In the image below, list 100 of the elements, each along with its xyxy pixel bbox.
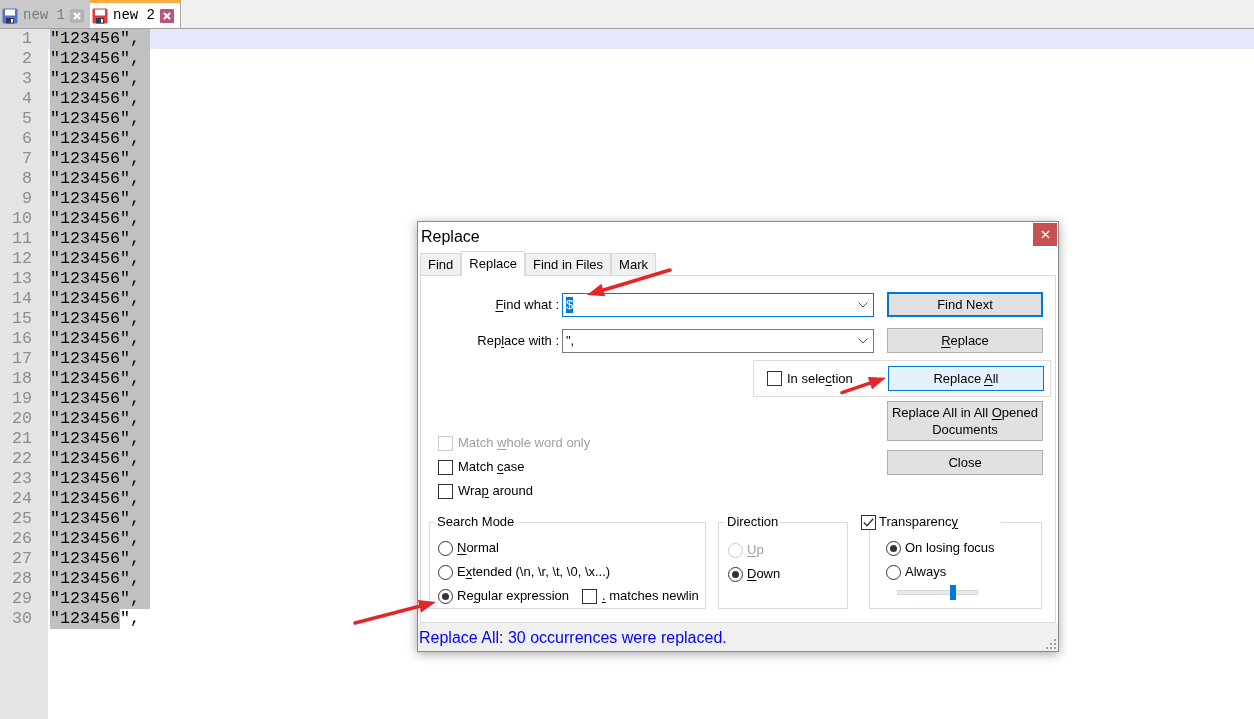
code-text: "123456",	[50, 69, 151, 89]
code-text: "123456",	[50, 209, 151, 229]
chevron-down-icon[interactable]	[858, 337, 868, 344]
dialog-tab[interactable]: Find in Files	[525, 253, 612, 275]
line-number: 14	[10, 289, 33, 309]
code-text: "123456",	[50, 309, 151, 329]
checkbox[interactable]	[438, 483, 453, 499]
dialog-tab[interactable]: Find	[420, 253, 462, 275]
replace-with-combobox[interactable]: ",	[562, 328, 874, 353]
close-icon	[1040, 230, 1050, 239]
line-number: 11	[10, 229, 33, 249]
line-number: 2	[21, 49, 33, 69]
code-text: "123456",	[50, 509, 151, 529]
status-message: Replace All: 30 occurrences were replaced.	[419, 627, 727, 647]
radio-button[interactable]	[438, 588, 453, 604]
line-number: 28	[10, 569, 33, 589]
checkbox[interactable]	[767, 371, 782, 386]
resize-grip-icon[interactable]	[1046, 639, 1056, 649]
code-text: "123456",	[50, 29, 151, 49]
code-text: "123456",	[50, 169, 151, 189]
code-text: "123456",	[50, 449, 151, 469]
code-text: "123456",	[50, 129, 151, 149]
checkbox-label: In selection	[787, 370, 853, 387]
code-text: "123456",	[50, 89, 151, 109]
replace-all-opened-button[interactable]: Replace All in All Opened Documents	[887, 401, 1043, 441]
line-number: 30	[10, 609, 33, 629]
radio-label: Up	[747, 542, 764, 558]
group-title: Search Mode	[436, 514, 516, 530]
checkbox-label: Match whole word only	[458, 435, 591, 451]
code-text: "123456",	[50, 369, 151, 389]
line-number: 13	[10, 269, 33, 289]
close-button[interactable]: Close	[887, 450, 1043, 475]
radio-button[interactable]	[438, 564, 453, 580]
line-number: 6	[21, 129, 33, 149]
close-icon[interactable]	[160, 8, 175, 23]
radio-button[interactable]	[886, 564, 901, 580]
line-number: 17	[10, 349, 33, 369]
line-number: 12	[10, 249, 33, 269]
window-close-button[interactable]	[1033, 223, 1057, 246]
line-number: 21	[10, 429, 33, 449]
code-text: "123456",	[50, 189, 151, 209]
line-number: 7	[21, 149, 33, 169]
line-number: 8	[21, 169, 33, 189]
line-number: 16	[10, 329, 33, 349]
code-text: "123456",	[50, 349, 151, 369]
radio-button[interactable]	[438, 540, 453, 556]
code-text: "123456",	[50, 429, 151, 449]
checkbox-label: Match case	[458, 459, 525, 475]
line-number: 19	[10, 389, 33, 409]
dialog-tab[interactable]: Replace	[461, 251, 525, 276]
code-text: "123456",	[50, 49, 151, 69]
checkbox-label: . matches newlin	[602, 588, 699, 604]
find-next-button[interactable]: Find Next	[887, 292, 1043, 317]
line-number: 3	[21, 69, 33, 89]
code-text: "123456",	[50, 289, 151, 309]
group-title: Direction	[726, 514, 780, 530]
find-what-combobox[interactable]: $	[562, 292, 874, 317]
line-number: 23	[10, 469, 33, 489]
line-number: 24	[10, 489, 33, 509]
code-text: "123456",	[50, 549, 151, 569]
line-number: 29	[10, 589, 33, 609]
code-text: "123456",	[50, 589, 151, 609]
line-number: 15	[10, 309, 33, 329]
line-number: 26	[10, 529, 33, 549]
radio-label: Extended (\n, \r, \t, \0, \x...)	[457, 564, 611, 580]
code-text: "123456",	[50, 109, 151, 129]
checkbox[interactable]	[861, 514, 876, 530]
line-number: 25	[10, 509, 33, 529]
checkbox-label: Transparency	[879, 514, 958, 530]
dialog-tab[interactable]: Mark	[611, 253, 656, 275]
code-text: "123456",	[50, 249, 151, 269]
slider-thumb[interactable]	[949, 584, 956, 600]
code-text: "123456",	[50, 269, 151, 289]
replace-button[interactable]: Replace	[887, 328, 1043, 353]
checkbox[interactable]	[438, 459, 453, 475]
radio-button[interactable]	[886, 540, 901, 556]
code-text: "123456",	[50, 149, 151, 169]
line-number: 18	[10, 369, 33, 389]
editor-tab[interactable]: new 2	[90, 0, 182, 28]
radio-label: On losing focus	[905, 540, 995, 556]
replace-all-button[interactable]: Replace All	[888, 366, 1044, 391]
line-number: 9	[21, 189, 33, 209]
code-text: "123456	[50, 609, 121, 629]
dialog-title: Replace	[420, 227, 480, 246]
code-text: ",	[120, 609, 141, 629]
radio-button[interactable]	[728, 566, 743, 582]
code-text: "123456",	[50, 229, 151, 249]
radio-label: Always	[905, 564, 947, 580]
code-text: "123456",	[50, 409, 151, 429]
field-label: Replace with :	[476, 332, 559, 349]
chevron-down-icon[interactable]	[858, 301, 868, 308]
code-text: "123456",	[50, 569, 151, 589]
line-number: 10	[10, 209, 33, 229]
field-label: Find what :	[494, 296, 559, 313]
line-number: 5	[21, 109, 33, 129]
line-number: 4	[21, 89, 33, 109]
line-number: 1	[21, 29, 33, 49]
checkbox[interactable]	[582, 588, 597, 604]
radio-label: Regular expression	[457, 588, 569, 604]
checkbox-label: Wrap around	[458, 483, 533, 499]
